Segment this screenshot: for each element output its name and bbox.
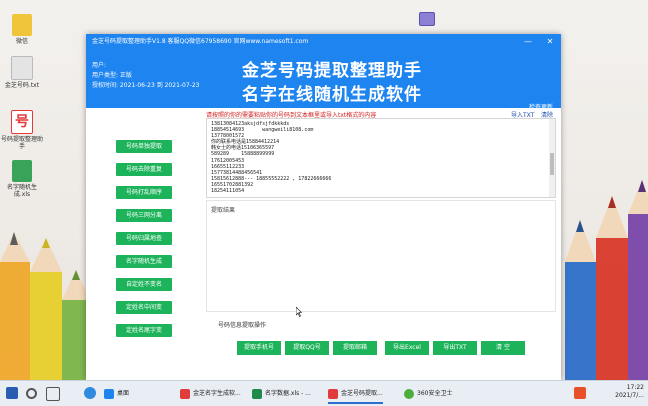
desktop-icon-top[interactable] [405, 12, 449, 28]
folder-icon [12, 14, 32, 36]
desktop-icon-label: 金芝号码.txt [4, 82, 40, 89]
sidebar-button-middle-vary[interactable]: 定姓名中间变 [116, 301, 172, 314]
operation-label: 号码信息提取操作 [218, 322, 267, 329]
task-view-icon[interactable] [46, 387, 60, 401]
extract-email-button[interactable]: 提取邮箱 [333, 341, 377, 355]
app-icon [180, 388, 190, 399]
system-clock[interactable]: 17:22 2021/7/... [615, 384, 644, 400]
start-icon[interactable] [6, 387, 18, 399]
input-line: 18254111054 [211, 188, 245, 195]
taskbar: 桌面 金芝名字生成软... 名字数据.xls - ... 金芝号码提取... 3… [0, 380, 648, 406]
taskbar-app-desktop[interactable]: 桌面 [104, 385, 129, 402]
ie-browser-icon[interactable] [84, 387, 96, 399]
desktop-icon-label: 名字随机生成.xls [6, 184, 37, 198]
input-textarea[interactable]: 13813084123aksjdfsjfdkkkds 18854514693 wa… [206, 118, 556, 198]
sogou-input-icon[interactable] [574, 387, 586, 399]
banner-title-1: 金芝号码提取整理助手 [242, 61, 422, 81]
excel-icon [252, 388, 262, 399]
clear-all-button[interactable]: 清 空 [481, 341, 525, 355]
desktop-icon-app[interactable]: 号 号码提取整理助手 [0, 110, 44, 150]
sidebar-button-dedupe[interactable]: 号码去除重复 [116, 163, 172, 176]
scrollbar-thumb[interactable] [550, 153, 554, 175]
result-label: 提取结果 [211, 207, 236, 214]
sidebar-button-random-name[interactable]: 名字随机生成 [116, 255, 172, 268]
export-txt-button[interactable]: 导出TXT [433, 341, 477, 355]
desktop-icon-wechat[interactable]: 微信 [0, 14, 44, 45]
taskbar-app-360[interactable]: 360安全卫士 [404, 385, 452, 402]
app-window: 金芝号码提取整理助手V1.8 客服QQ微信67958690 官网www.name… [86, 34, 561, 380]
shield-icon [404, 388, 414, 399]
input-text: 13813084123aksjdfsjfdkkkds 18854514693 wa… [211, 121, 331, 194]
search-icon[interactable] [26, 388, 37, 399]
taskbar-app-number-tool[interactable]: 金芝号码提取... [328, 385, 383, 404]
sidebar-button-last-vary[interactable]: 定姓名尾字变 [116, 324, 172, 337]
sidebar-button-extract[interactable]: 号码单独提取 [116, 140, 172, 153]
taskbar-app-name-generator[interactable]: 金芝名字生成软... [180, 385, 241, 402]
spreadsheet-icon [12, 160, 32, 182]
taskbar-app-excel[interactable]: 名字数据.xls - ... [252, 385, 311, 402]
sidebar-button-carrier-split[interactable]: 号码三网分离 [116, 209, 172, 222]
header-banner: 用户: 用户类型: 正版 授权时间: 2021-06-23 到 2021-07-… [86, 50, 561, 111]
sidebar-button-fixed-surname[interactable]: 自定姓不变名 [116, 278, 172, 291]
app-logo-icon: 号 [11, 110, 33, 134]
minimize-icon[interactable]: — [517, 34, 539, 50]
desktop-icon-label: 微信 [15, 38, 28, 45]
app-icon [328, 388, 338, 399]
title-bar[interactable]: 金芝号码提取整理助手V1.8 客服QQ微信67958690 官网www.name… [86, 34, 561, 50]
clock-date: 2021/7/... [615, 392, 644, 399]
desktop-icon-xls[interactable]: 名字随机生成.xls [0, 160, 44, 198]
license-period: 授权时间: 2021-06-23 到 2021-07-23 [92, 82, 200, 89]
window-title: 金芝号码提取整理助手V1.8 客服QQ微信67958690 官网www.name… [92, 38, 309, 45]
main-panel: 号码单独提取 号码去除重复 号码打乱顺序 号码三网分离 号码归属地查 名字随机生… [86, 108, 561, 380]
desktop-icon [104, 388, 114, 399]
sidebar-button-shuffle[interactable]: 号码打乱顺序 [116, 186, 172, 199]
desktop-icon-txt[interactable]: 金芝号码.txt [0, 56, 44, 89]
banner-title-2: 名字在线随机生成软件 [242, 85, 422, 105]
app-icon [419, 12, 435, 26]
text-file-icon [11, 56, 33, 80]
result-textarea[interactable]: 提取结果 [206, 200, 556, 312]
scrollbar[interactable] [549, 119, 555, 197]
clock-time: 17:22 [626, 384, 644, 391]
mouse-cursor-icon [296, 307, 302, 317]
desktop-icon-label: 号码提取整理助手 [0, 136, 43, 150]
extract-mobile-button[interactable]: 提取手机号 [237, 341, 281, 355]
sidebar-button-location[interactable]: 号码归属地查 [116, 232, 172, 245]
user-label: 用户: [92, 62, 107, 69]
user-type: 用户类型: 正版 [92, 72, 132, 79]
extract-qq-button[interactable]: 提取QQ号 [285, 341, 329, 355]
export-excel-button[interactable]: 导出Excel [385, 341, 429, 355]
close-icon[interactable]: ✕ [539, 34, 561, 50]
